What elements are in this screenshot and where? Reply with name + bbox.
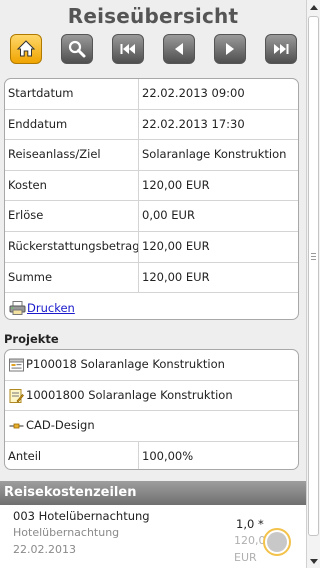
project-row[interactable]: P100018 Solaranlage Konstruktion [5,350,298,381]
cost-line-quantity: 1,0 * [236,517,264,531]
summary-row-rueckerstattung: Rückerstattungsbetrag 120,00 EUR [5,231,298,263]
previous-button[interactable] [163,34,195,64]
share-label: Anteil [8,449,42,464]
cost-line-item[interactable]: 003 Hotelübernachtung Hotelübernachtung … [0,505,306,568]
task-text: 10001800 Solaranlage Konstruktion [26,387,233,402]
cost-line-currency: EUR [234,551,257,564]
next-button[interactable] [214,34,246,64]
page-title: Reiseübersicht [67,4,239,28]
task-icon [9,388,24,403]
share-value: 100,00% [142,449,194,464]
task-row[interactable]: 10001800 Solaranlage Konstruktion [5,381,298,412]
toolbar [10,34,300,66]
cost-line-title: 003 Hotelübernachtung [13,509,150,523]
summary-value: 120,00 EUR [142,177,210,192]
summary-value: 0,00 EUR [142,208,195,223]
scroll-down-icon[interactable] [307,554,320,568]
next-icon [226,43,234,55]
summary-row-kosten: Kosten 120,00 EUR [5,170,298,202]
summary-row-startdatum: Startdatum 22.02.2013 09:00 [5,79,298,110]
last-button[interactable] [265,34,297,64]
summary-label: Summe [8,269,53,284]
summary-value: 22.02.2013 17:30 [142,116,245,131]
projects-card: P100018 Solaranlage Konstruktion 1000180… [4,349,299,470]
trip-summary-card: Startdatum 22.02.2013 09:00 Enddatum 22.… [4,78,299,320]
summary-value: 22.02.2013 09:00 [142,86,245,100]
activity-text: CAD-Design [26,418,95,433]
project-icon [9,358,24,372]
search-button[interactable] [61,34,93,64]
summary-label: Kosten [8,177,47,192]
activity-row[interactable]: CAD-Design [5,411,298,443]
first-icon [120,44,135,54]
summary-row-erloese: Erlöse 0,00 EUR [5,201,298,232]
scrollbar-thumb[interactable] [308,16,319,536]
project-text: P100018 Solaranlage Konstruktion [26,357,225,371]
summary-value: Solaranlage Konstruktion [142,147,287,162]
home-button[interactable] [10,34,42,64]
summary-value: 120,00 EUR [142,269,210,284]
summary-value: 120,00 EUR [142,238,210,253]
app-window: Reiseübersicht Startdatum 22.02.2013 09:… [0,0,306,568]
first-button[interactable] [112,34,144,64]
search-icon [68,40,86,58]
print-row: Drucken [5,293,298,319]
summary-label: Startdatum [8,86,74,100]
summary-label: Rückerstattungsbetrag [8,238,140,253]
printer-icon [9,301,26,316]
share-row: Anteil 100,00% [5,442,298,469]
cost-line-date: 22.02.2013 [13,543,76,556]
cost-lines-header: Reisekostenzeilen [0,481,306,505]
status-circle-icon[interactable] [263,528,291,556]
projects-heading: Projekte [4,332,59,346]
previous-icon [175,43,183,55]
scroll-up-icon[interactable] [307,0,320,14]
print-link[interactable]: Drucken [27,293,75,319]
vertical-scrollbar[interactable] [306,0,320,568]
summary-row-enddatum: Enddatum 22.02.2013 17:30 [5,109,298,141]
cost-line-subtitle: Hotelübernachtung [13,526,120,539]
summary-label: Enddatum [8,116,68,131]
cost-line-amount: 120,0 [234,534,266,547]
summary-label: Erlöse [8,208,44,223]
activity-icon [9,423,24,429]
last-icon [274,44,289,54]
summary-label: Reiseanlass/Ziel [8,147,101,162]
summary-row-summe: Summe 120,00 EUR [5,262,298,294]
summary-row-reiseanlass: Reiseanlass/Ziel Solaranlage Konstruktio… [5,140,298,171]
home-icon [16,40,36,57]
